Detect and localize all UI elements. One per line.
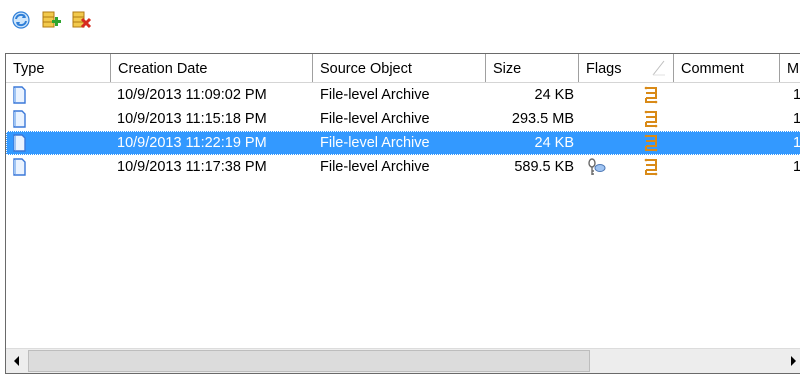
database-add-icon xyxy=(42,11,61,28)
creation-date-cell: 10/9/2013 11:17:38 PM xyxy=(117,159,267,175)
size-cell: 589.5 KB xyxy=(514,159,574,175)
m-cell: 1 xyxy=(793,155,800,179)
scroll-left-button[interactable] xyxy=(6,349,28,373)
source-object-cell: File-level Archive xyxy=(320,87,430,103)
table-row[interactable]: 10/9/2013 11:15:18 PM File-level Archive 2… xyxy=(6,107,800,131)
size-cell: 24 KB xyxy=(534,87,575,103)
add-button[interactable] xyxy=(40,9,62,31)
document-icon xyxy=(12,158,26,180)
archive-flag-icon xyxy=(642,85,660,109)
column-type[interactable]: Type xyxy=(6,54,111,82)
refresh-button[interactable] xyxy=(10,9,32,31)
sort-ascending-icon xyxy=(652,60,665,76)
list-header: Type Creation Date Source Object Size Fl… xyxy=(6,54,800,83)
creation-date-cell: 10/9/2013 11:22:19 PM xyxy=(117,135,267,151)
column-m[interactable]: M xyxy=(780,54,800,82)
horizontal-scrollbar[interactable] xyxy=(6,348,800,373)
column-creation-date[interactable]: Creation Date xyxy=(111,54,313,82)
size-cell: 24 KB xyxy=(534,135,575,151)
scroll-right-button[interactable] xyxy=(782,349,800,373)
archive-flag-icon xyxy=(642,133,660,157)
toolbar xyxy=(10,8,92,32)
refresh-icon xyxy=(12,11,30,29)
database-delete-icon xyxy=(72,11,92,29)
size-cell: 293.5 MB xyxy=(511,111,574,127)
document-icon xyxy=(12,86,26,108)
m-cell: 1 xyxy=(793,83,800,107)
source-object-cell: File-level Archive xyxy=(320,159,430,175)
archive-flag-icon xyxy=(642,109,660,133)
creation-date-cell: 10/9/2013 11:09:02 PM xyxy=(117,87,267,103)
document-icon xyxy=(12,110,26,132)
arrow-left-icon xyxy=(14,356,19,366)
column-comment[interactable]: Comment xyxy=(674,54,780,82)
m-cell: 1 xyxy=(793,107,800,131)
column-size[interactable]: Size xyxy=(486,54,579,82)
key-icon xyxy=(586,157,606,181)
m-cell: 1 xyxy=(793,131,800,155)
creation-date-cell: 10/9/2013 11:15:18 PM xyxy=(117,111,267,127)
arrow-right-icon xyxy=(791,356,796,366)
scrollbar-thumb[interactable] xyxy=(28,350,590,372)
source-object-cell: File-level Archive xyxy=(320,111,430,127)
table-row[interactable]: 10/9/2013 11:09:02 PM File-level Archive 2… xyxy=(6,83,800,107)
column-source-object[interactable]: Source Object xyxy=(313,54,486,82)
archive-flag-icon xyxy=(642,157,660,181)
table-row[interactable]: 10/9/2013 11:17:38 PM File-level Archive 5… xyxy=(6,155,800,179)
document-icon xyxy=(12,134,26,156)
table-row[interactable]: 10/9/2013 11:22:19 PM File-level Archive 2… xyxy=(6,131,800,155)
delete-button[interactable] xyxy=(70,9,92,31)
archive-list[interactable]: Type Creation Date Source Object Size Fl… xyxy=(5,53,800,374)
source-object-cell: File-level Archive xyxy=(320,135,430,151)
